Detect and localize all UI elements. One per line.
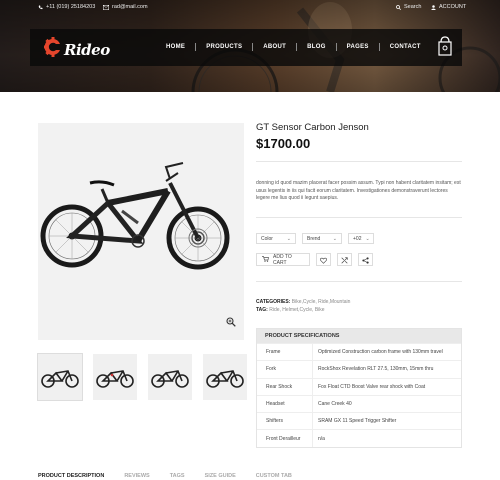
- thumbnail-4[interactable]: [203, 354, 247, 400]
- categories-label: CATEGORIES:: [256, 299, 291, 305]
- thumbnail-1[interactable]: [37, 353, 83, 401]
- phone-number: +11 (019) 25184203: [46, 4, 96, 10]
- brand-select-value: Brend: [307, 235, 321, 242]
- product-title: GT Sensor Carbon Jenson: [256, 122, 369, 133]
- tag-label: TAG:: [256, 307, 268, 313]
- zoom-icon[interactable]: [226, 314, 236, 332]
- share-icon: [362, 251, 369, 269]
- nav-item-contact[interactable]: CONTACT: [380, 44, 431, 50]
- shopping-bag-icon[interactable]: [438, 35, 452, 62]
- email-address: rad@mail.com: [112, 4, 148, 10]
- thumbnail-bike-image: [206, 370, 244, 388]
- heart-icon: [320, 251, 327, 269]
- nav-item-pages[interactable]: PAGES: [337, 44, 379, 50]
- mail-icon: [103, 4, 109, 10]
- spec-key: Frame: [257, 344, 313, 361]
- specifications-heading: PRODUCT SPECIFICATIONS: [257, 329, 461, 343]
- account-link[interactable]: ACCOUNT: [431, 4, 466, 10]
- thumbnail-bike-image: [41, 370, 79, 388]
- nav-menu: HOME PRODUCTS ABOUT BLOG PAGES CONTACT: [156, 43, 431, 51]
- chevron-down-icon: ⌄: [332, 235, 337, 242]
- thumbnail-2[interactable]: [93, 354, 137, 400]
- spec-key: Headset: [257, 395, 313, 413]
- tab-custom[interactable]: CUSTOM TAB: [256, 473, 292, 479]
- site-logo[interactable]: Rideo: [44, 37, 110, 62]
- tags-line: TAG: Ride, Helmet,Cycle, Bike: [256, 307, 325, 313]
- thumbnail-bike-image: [151, 370, 189, 388]
- account-label: ACCOUNT: [439, 4, 467, 10]
- spec-value: Optimized Construction carbon frame with…: [318, 349, 443, 356]
- compare-icon: [341, 251, 348, 269]
- spec-key: Rear Shock: [257, 378, 313, 395]
- phone-icon: [38, 5, 43, 10]
- nav-item-about[interactable]: ABOUT: [253, 44, 296, 50]
- spec-value: Fox Float CTD Boost Valve rear shock wit…: [318, 383, 426, 390]
- product-price: $1700.00: [256, 136, 311, 151]
- gear-logo-icon: [44, 37, 62, 62]
- share-button[interactable]: [358, 253, 373, 266]
- product-tabs: PRODUCT DESCRIPTION REVIEWS TAGS SIZE GU…: [38, 473, 292, 479]
- add-to-cart-button[interactable]: ADD TO CART: [256, 253, 310, 266]
- thumbnail-3[interactable]: [148, 354, 192, 400]
- spec-value: Cane Creek 40: [318, 401, 352, 408]
- spec-key: Shifters: [257, 413, 313, 430]
- user-icon: [431, 4, 436, 10]
- product-description: donning id quod mazim placerat facer pos…: [256, 180, 461, 201]
- table-row: Shifters SRAM GX 11 Speed Trigger Shifte…: [257, 412, 461, 430]
- categories-line: CATEGORIES: Bike,Cycle, Ride,Mountain: [256, 299, 350, 305]
- nav-item-blog[interactable]: BLOG: [297, 44, 336, 50]
- add-to-cart-label: ADD TO CART: [273, 253, 292, 266]
- product-main-image[interactable]: [38, 123, 244, 340]
- color-select-value: Color: [261, 235, 273, 242]
- chevron-down-icon: ⌄: [286, 235, 291, 242]
- wishlist-button[interactable]: [316, 253, 331, 266]
- nav-item-products[interactable]: PRODUCTS: [196, 44, 252, 50]
- email-contact[interactable]: rad@mail.com: [103, 4, 148, 10]
- thumbnail-strip: [37, 353, 247, 401]
- cart-icon: [262, 255, 269, 264]
- spec-value: RockShox Revelation RLT 27.5, 130mm, 15m…: [318, 366, 434, 373]
- divider: [256, 281, 462, 282]
- search-link[interactable]: Search: [396, 4, 421, 10]
- divider: [256, 217, 462, 218]
- search-icon: [396, 4, 401, 10]
- tag-value[interactable]: Ride, Helmet,Cycle, Bike: [269, 307, 324, 313]
- option-selects: Color ⌄ Brend ⌄ +02 ⌄: [256, 233, 374, 244]
- mountain-bike-image: [40, 162, 230, 270]
- search-label: Search: [404, 4, 422, 10]
- product-actions: ADD TO CART: [256, 253, 373, 266]
- thumbnail-bike-image: [96, 370, 134, 388]
- tab-size-guide[interactable]: SIZE GUIDE: [205, 473, 236, 479]
- phone-contact[interactable]: +11 (019) 25184203: [38, 4, 95, 10]
- tab-tags[interactable]: TAGS: [170, 473, 185, 479]
- categories-value[interactable]: Bike,Cycle, Ride,Mountain: [292, 299, 351, 305]
- chevron-down-icon: ⌄: [365, 235, 370, 242]
- brand-select[interactable]: Brend ⌄: [302, 233, 342, 244]
- color-select[interactable]: Color ⌄: [256, 233, 296, 244]
- spec-value: SRAM GX 11 Speed Trigger Shifter: [318, 418, 397, 425]
- table-row: Rear Shock Fox Float CTD Boost Valve rea…: [257, 377, 461, 395]
- table-row: Frame Optimized Construction carbon fram…: [257, 343, 461, 361]
- spec-key: Fork: [257, 361, 313, 378]
- spec-key: Front Derailleur: [257, 430, 313, 447]
- hero-banner: +11 (019) 25184203 rad@mail.com Search A…: [0, 0, 500, 92]
- tab-reviews[interactable]: REVIEWS: [124, 473, 149, 479]
- divider: [256, 161, 462, 162]
- tab-product-description[interactable]: PRODUCT DESCRIPTION: [38, 473, 104, 479]
- spec-value: n/a: [318, 435, 325, 442]
- nav-item-home[interactable]: HOME: [156, 44, 195, 50]
- main-navbar: Rideo HOME PRODUCTS ABOUT BLOG PAGES CON…: [30, 29, 462, 66]
- quantity-select-value: +02: [353, 235, 362, 242]
- table-row: Front Derailleur n/a: [257, 429, 461, 447]
- top-bar: +11 (019) 25184203 rad@mail.com Search A…: [0, 0, 500, 15]
- table-row: Fork RockShox Revelation RLT 27.5, 130mm…: [257, 360, 461, 378]
- specifications-table: PRODUCT SPECIFICATIONS Frame Optimized C…: [256, 328, 462, 448]
- logo-text: Rideo: [64, 40, 110, 59]
- table-row: Headset Cane Creek 40: [257, 394, 461, 413]
- compare-button[interactable]: [337, 253, 352, 266]
- quantity-select[interactable]: +02 ⌄: [348, 233, 374, 244]
